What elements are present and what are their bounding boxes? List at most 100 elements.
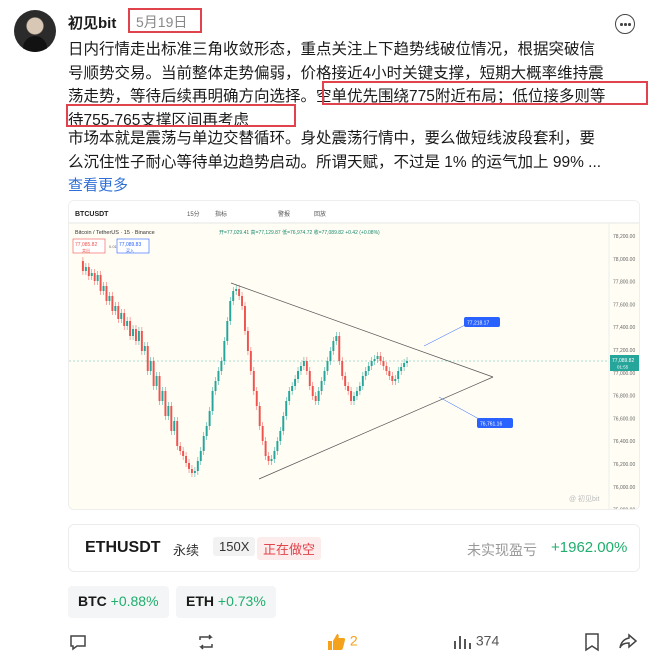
candle [170,406,173,431]
ticker-eth[interactable]: ETH +0.73% [176,586,276,618]
candle [347,386,350,391]
candle [273,451,276,459]
candle [143,346,146,351]
candle [140,331,143,351]
candle [361,376,364,386]
candle [335,336,338,341]
action-bar: 2 374 [0,628,657,656]
chart-replay[interactable]: 回放 [314,210,326,218]
candle [96,275,99,281]
candle [81,261,84,271]
post-line: 日内行情走出标准三角收敛形态，重点关注上下趋势线破位情况，根据突破信 [68,41,596,58]
share-icon [619,633,638,649]
candle [338,336,341,361]
avatar[interactable] [14,10,56,52]
candle [211,391,214,411]
position-card[interactable]: ETHUSDT 永续 150X 正在做空 未实现盈亏 +1962.00% [68,524,640,572]
candle [320,381,323,391]
chart-image[interactable]: BTCUSDT 15分 指标 警报 回放 Bitcoin / TetherUS … [68,200,640,510]
candle [406,361,408,363]
author-name[interactable]: 初见bit [68,12,116,33]
candle [199,451,202,461]
candle [134,329,137,341]
y-tick-label: 77,600.00 [613,302,635,308]
candle [179,446,182,451]
candle [341,361,344,376]
see-more-link[interactable]: 查看更多 [68,174,128,195]
candle [332,341,335,351]
candle [270,459,273,461]
bookmark-icon [585,633,599,652]
candle [123,313,126,326]
candle [120,313,123,319]
position-symbol: ETHUSDT [85,539,161,556]
share-button[interactable] [618,632,638,652]
ticker-change: +0.88% [110,593,159,609]
candle [276,441,279,451]
y-tick-label: 75,800.00 [613,508,635,510]
post-line: 么沉住性子耐心等待单边趋势启动。所谓天赋，不过是 1% 的运气加上 99% ..… [68,153,602,171]
candle [214,381,217,391]
pnl-label: 未实现盈亏 [467,542,537,558]
ticker-btc[interactable]: BTC +0.88% [68,586,169,618]
candle [87,267,90,276]
candle [196,461,199,471]
candle [255,391,258,406]
chart-ohlc: 开=77,029.41 高=77,129.87 低=76,974.72 收=77… [219,229,380,236]
highlight-box [322,81,648,105]
ticker-change: +0.73% [217,593,266,609]
candle [146,346,149,371]
candle [261,426,264,441]
candle [367,366,370,371]
chart-symbol: BTCUSDT [75,211,109,218]
candle [108,296,111,301]
candle [299,366,302,371]
candle [264,441,267,456]
pnl-value: +1962.00% [551,539,628,556]
comment-button[interactable] [68,632,88,652]
repost-icon [199,634,213,650]
thumbs-up-icon [328,634,346,650]
candle [385,366,388,371]
sell-label: 卖出 [82,247,90,253]
chart-interval[interactable]: 15分 [187,210,200,218]
candle [258,406,261,426]
like-count: 2 [349,632,358,649]
views-stat: 374 [452,632,499,652]
y-tick-label: 76,800.00 [613,394,635,400]
chart-toolbar [69,201,639,223]
candle [137,331,140,341]
buy-label: 买入 [126,247,134,253]
candle [238,289,241,296]
candle [114,306,117,311]
candle [217,371,220,381]
candle [355,391,358,396]
candle [93,273,96,281]
more-options-icon[interactable] [615,14,635,34]
candle [373,359,376,361]
candle [294,379,297,386]
candle [241,296,243,306]
candle [326,361,329,371]
candle [302,361,305,366]
candle [226,321,229,341]
chart-indicators[interactable]: 指标 [215,210,227,218]
candle [111,296,114,311]
candle [129,321,132,336]
candle [188,463,190,469]
chart-alert[interactable]: 警报 [278,210,290,218]
bookmark-button[interactable] [582,632,602,652]
candle [155,376,158,386]
repost-button[interactable] [196,632,216,652]
candle [282,416,285,431]
spread: 0.01 [109,244,118,249]
callout-lower-text: 76,761.16 [480,422,502,428]
candle [311,386,314,396]
views-bar-icon [454,636,471,649]
candle [244,306,246,331]
like-button[interactable]: 2 [326,632,358,652]
candle [376,356,379,359]
post-date: 5月19日 [128,8,202,33]
position-status-badge: 正在做空 [257,537,322,560]
candle [182,451,185,456]
